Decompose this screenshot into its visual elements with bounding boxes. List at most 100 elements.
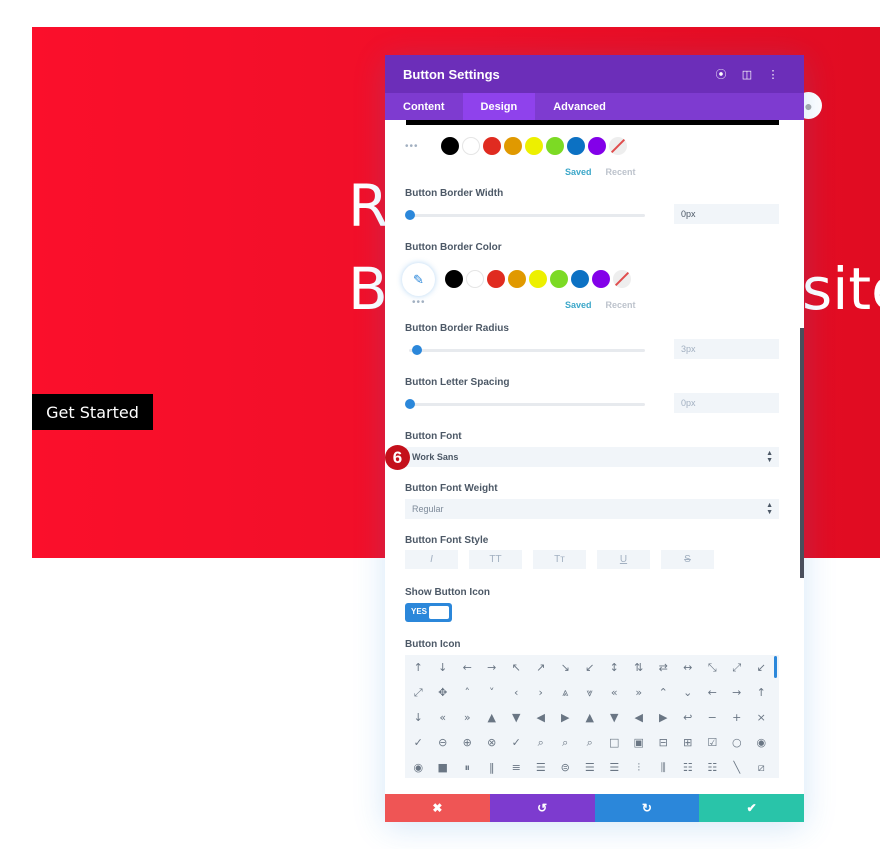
icon-option[interactable]: » (627, 680, 652, 705)
border-radius-input[interactable]: 3px (674, 339, 779, 359)
icon-option[interactable]: → (725, 680, 750, 705)
icon-option[interactable]: ■ (431, 755, 456, 778)
no-color-swatch[interactable] (609, 137, 627, 155)
icon-option[interactable]: ≡ (504, 755, 529, 778)
palette-more-icon[interactable]: ••• (412, 297, 448, 308)
color-swatch[interactable] (508, 270, 526, 288)
color-swatch[interactable] (441, 137, 459, 155)
more-options-icon[interactable]: ⋮ (760, 68, 786, 81)
save-button[interactable]: ✔ (699, 794, 804, 822)
icon-option[interactable]: ⌕ (578, 730, 603, 755)
border-width-slider[interactable] (405, 210, 645, 220)
icon-option[interactable]: ☷ (700, 755, 725, 778)
eyedropper-icon[interactable]: ✎ (402, 263, 435, 296)
icon-option[interactable]: ↘ (553, 655, 578, 680)
modal-header[interactable]: Button Settings ⦿ ◫ ⋮ (385, 55, 804, 93)
icon-option[interactable]: « (602, 680, 627, 705)
icon-option[interactable]: ▲ (480, 705, 505, 730)
icon-option[interactable]: ▶ (651, 705, 676, 730)
icon-option[interactable]: ▼ (504, 705, 529, 730)
icon-option[interactable]: ⌕ (553, 730, 578, 755)
icon-option[interactable]: ☷ (676, 755, 701, 778)
icon-option[interactable]: − (700, 705, 725, 730)
icon-option[interactable]: × (749, 705, 774, 730)
icon-option[interactable]: ⊗ (480, 730, 505, 755)
color-swatch[interactable] (550, 270, 568, 288)
icon-option[interactable]: ⏸ (455, 755, 480, 778)
icon-option[interactable]: ↩ (676, 705, 701, 730)
color-swatch[interactable] (571, 270, 589, 288)
icon-option[interactable]: ▲ (578, 705, 603, 730)
recent-colors-tab[interactable]: Recent (606, 167, 636, 177)
underline-button[interactable]: U (597, 550, 650, 569)
color-swatch[interactable] (487, 270, 505, 288)
color-swatch[interactable] (592, 270, 610, 288)
color-swatch[interactable] (462, 137, 480, 155)
icon-option[interactable]: ⤢ (725, 655, 750, 680)
icon-option[interactable]: ↔ (676, 655, 701, 680)
icon-option[interactable]: ✓ (406, 730, 431, 755)
icon-option[interactable]: ↓ (431, 655, 456, 680)
icon-option[interactable]: ↕ (602, 655, 627, 680)
font-weight-select[interactable]: Regular ▲ ▼ (405, 499, 779, 519)
icon-option[interactable]: ╲ (725, 755, 750, 778)
modal-scrollbar[interactable] (800, 328, 804, 578)
saved-colors-tab[interactable]: Saved (565, 167, 592, 177)
icon-option[interactable]: □ (602, 730, 627, 755)
color-swatch[interactable] (567, 137, 585, 155)
italic-button[interactable]: I (405, 550, 458, 569)
slider-handle[interactable] (405, 210, 415, 220)
icon-option[interactable]: ▣ (627, 730, 652, 755)
color-swatch[interactable] (588, 137, 606, 155)
icon-option[interactable]: ⊞ (676, 730, 701, 755)
small-caps-button[interactable]: Tᴛ (533, 550, 586, 569)
icon-option[interactable]: ↙ (578, 655, 603, 680)
icon-option[interactable]: ⊜ (553, 755, 578, 778)
icon-option[interactable]: ⊕ (455, 730, 480, 755)
icon-option[interactable]: ⫼ (651, 755, 676, 778)
icon-option[interactable]: ← (455, 655, 480, 680)
icon-option[interactable]: ⊟ (651, 730, 676, 755)
icon-option[interactable]: ◉ (406, 755, 431, 778)
tab-design[interactable]: Design (462, 93, 536, 120)
icon-option[interactable]: ↙ (749, 655, 774, 680)
icon-option[interactable]: « (431, 705, 456, 730)
saved-colors-tab[interactable]: Saved (565, 300, 592, 310)
tab-content[interactable]: Content (385, 93, 463, 120)
icon-option[interactable]: ▶ (553, 705, 578, 730)
cancel-button[interactable]: ✖ (385, 794, 490, 822)
icon-option[interactable]: ⧄ (749, 755, 774, 778)
focus-icon[interactable]: ⦿ (708, 66, 734, 82)
color-swatch[interactable] (504, 137, 522, 155)
icon-option[interactable]: ˅ (480, 680, 505, 705)
border-width-input[interactable]: 0px (674, 204, 779, 224)
icon-option[interactable]: ✓ (504, 730, 529, 755)
strikethrough-button[interactable]: S (661, 550, 714, 569)
icon-option[interactable]: ✥ (431, 680, 456, 705)
icon-option[interactable]: ☰ (529, 755, 554, 778)
icon-option[interactable]: ↗ (529, 655, 554, 680)
color-swatch[interactable] (466, 270, 484, 288)
icon-grid-scrollbar[interactable] (774, 656, 777, 678)
letter-spacing-slider[interactable] (405, 399, 645, 409)
icon-option[interactable]: ⊖ (431, 730, 456, 755)
tab-advanced[interactable]: Advanced (535, 93, 624, 120)
icon-option[interactable]: › (529, 680, 554, 705)
icon-option[interactable]: → (480, 655, 505, 680)
icon-option[interactable]: ⌃ (651, 680, 676, 705)
icon-option[interactable]: ◉ (749, 730, 774, 755)
color-swatch[interactable] (483, 137, 501, 155)
undo-button[interactable]: ↺ (489, 794, 595, 822)
get-started-button[interactable]: Get Started (32, 394, 153, 430)
icon-option[interactable]: ⇄ (651, 655, 676, 680)
icon-option[interactable]: ‖ (480, 755, 505, 778)
icon-option[interactable]: ☰ (578, 755, 603, 778)
icon-option[interactable]: ˄ (455, 680, 480, 705)
recent-colors-tab[interactable]: Recent (606, 300, 636, 310)
icon-option[interactable]: ⫶ (627, 755, 652, 778)
color-swatch[interactable] (546, 137, 564, 155)
icon-option[interactable]: + (725, 705, 750, 730)
redo-button[interactable]: ↻ (594, 794, 700, 822)
color-swatch[interactable] (445, 270, 463, 288)
sidebar-toggle-icon[interactable]: ◫ (734, 68, 760, 81)
